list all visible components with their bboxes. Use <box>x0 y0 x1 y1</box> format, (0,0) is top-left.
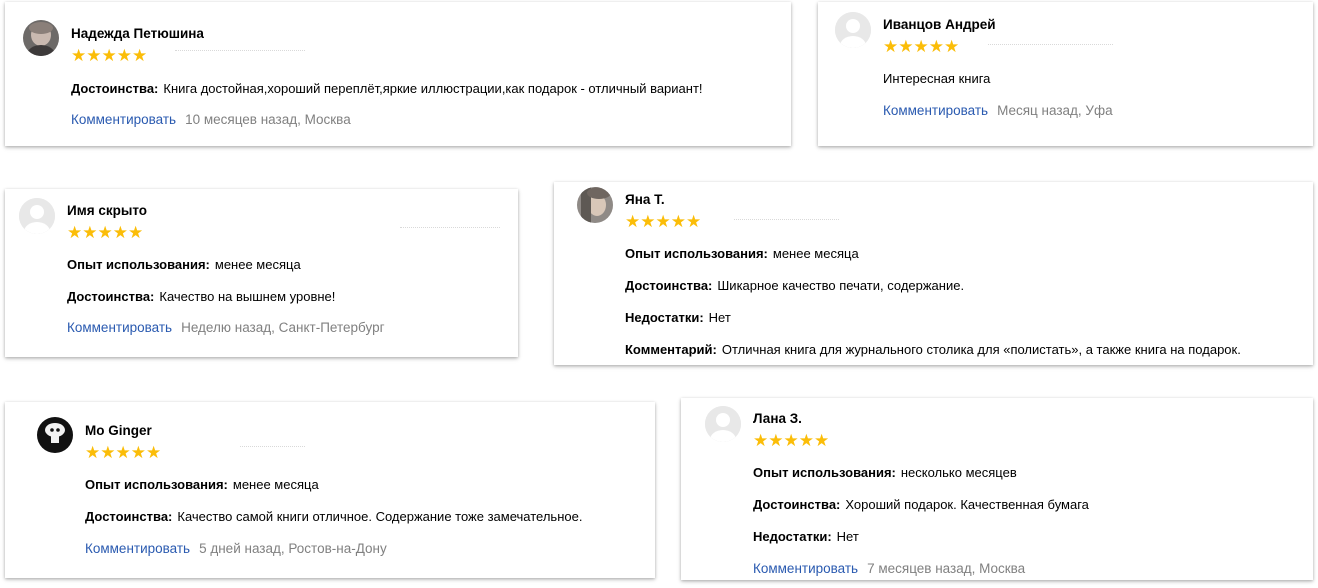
field-label: Опыт использования: <box>85 477 228 492</box>
field-label: Опыт использования: <box>625 246 768 261</box>
review-field: Опыт использования: менее месяца <box>67 257 301 273</box>
field-label: Опыт использования: <box>67 257 210 272</box>
review-field: Достоинства: Качество самой книги отлично… <box>85 509 582 525</box>
review-meta: 7 месяцев назад, Москва <box>867 561 1026 576</box>
field-label: Достоинства: <box>71 81 159 96</box>
divider <box>988 44 1113 46</box>
rating-stars: ★★★★★ <box>71 46 148 65</box>
field-value: Хороший подарок. Качественная бумага <box>845 497 1089 512</box>
review-meta: Неделю назад, Санкт-Петербург <box>181 320 385 335</box>
comment-link[interactable]: Комментировать <box>71 112 176 127</box>
reviewer-name: Иванцов Андрей <box>883 17 996 32</box>
review-card: Яна Т. ★★★★★ Опыт использования: менее ме… <box>554 182 1313 365</box>
rating-stars: ★★★★★ <box>85 443 162 462</box>
field-label: Достоинства: <box>67 289 155 304</box>
reviewer-name: Mo Ginger <box>85 423 152 438</box>
field-value: несколько месяцев <box>900 465 1017 480</box>
divider <box>175 50 305 52</box>
review-field: Недостатки: Нет <box>753 529 859 545</box>
user-photo-icon <box>577 187 613 223</box>
review-card: Лана З. ★★★★★ Опыт использования: несколь… <box>681 398 1313 580</box>
default-user-icon <box>835 12 871 48</box>
comment-link[interactable]: Комментировать <box>67 320 172 335</box>
user-photo-icon <box>23 20 59 56</box>
field-label: Достоинства: <box>753 497 841 512</box>
comment-link[interactable]: Комментировать <box>85 541 190 556</box>
review-field: Достоинства: Хороший подарок. Качественна… <box>753 497 1089 513</box>
field-label: Недостатки: <box>625 310 704 325</box>
user-photo-icon <box>37 417 73 453</box>
review-field: Опыт использования: менее месяца <box>85 477 319 493</box>
review-field: Недостатки: Нет <box>625 310 731 326</box>
review-field: Достоинства: Книга достойная,хороший пере… <box>71 81 703 97</box>
avatar <box>23 20 59 56</box>
review-field: Достоинства: Шикарное качество печати, со… <box>625 278 964 294</box>
field-value: Шикарное качество печати, содержание. <box>717 278 965 293</box>
divider <box>734 219 839 221</box>
field-value: Нет <box>836 529 859 544</box>
rating-stars: ★★★★★ <box>625 212 702 231</box>
reviewer-name: Надежда Петюшина <box>71 26 204 41</box>
review-field: Опыт использования: несколько месяцев <box>753 465 1017 481</box>
reviewer-name: Имя скрыто <box>67 203 148 218</box>
review-footer: Комментировать 10 месяцев назад, Москва <box>71 112 351 128</box>
field-label: Недостатки: <box>753 529 832 544</box>
review-footer: Комментировать Месяц назад, Уфа <box>883 103 1113 119</box>
field-label: Достоинства: <box>85 509 173 524</box>
field-label: Достоинства: <box>625 278 713 293</box>
field-value: Качество на вышнем уровне! <box>159 289 336 304</box>
field-value: менее месяца <box>772 246 859 261</box>
review-footer: Комментировать 7 месяцев назад, Москва <box>753 561 1025 577</box>
rating-stars: ★★★★★ <box>883 37 960 56</box>
rating-stars: ★★★★★ <box>67 223 144 242</box>
comment-link[interactable]: Комментировать <box>753 561 858 576</box>
avatar <box>835 12 871 48</box>
review-card: Надежда Петюшина ★★★★★ Достоинства: Книга… <box>5 2 791 146</box>
default-user-icon <box>19 198 55 234</box>
field-value: Отличная книга для журнального столика д… <box>721 342 1241 357</box>
review-field: Комментарий: Отличная книга для журнально… <box>625 342 1241 358</box>
reviewer-name: Лана З. <box>753 411 802 426</box>
review-meta: 5 дней назад, Ростов-на-Дону <box>199 541 387 556</box>
default-user-icon <box>705 406 741 442</box>
review-card: Mo Ginger ★★★★★ Опыт использования: менее… <box>5 402 655 578</box>
field-value: менее месяца <box>232 477 319 492</box>
field-label: Комментарий: <box>625 342 717 357</box>
field-label: Опыт использования: <box>753 465 896 480</box>
comment-link[interactable]: Комментировать <box>883 103 988 118</box>
field-value: Качество самой книги отличное. Содержани… <box>177 509 583 524</box>
avatar <box>19 198 55 234</box>
review-meta: 10 месяцев назад, Москва <box>185 112 351 127</box>
review-text: Интересная книга <box>883 71 991 86</box>
field-value: Нет <box>708 310 731 325</box>
review-meta: Месяц назад, Уфа <box>997 103 1113 118</box>
avatar <box>37 417 73 453</box>
review-footer: Комментировать Неделю назад, Санкт-Петерб… <box>67 320 385 336</box>
field-value: менее месяца <box>214 257 301 272</box>
review-field: Достоинства: Качество на вышнем уровне! <box>67 289 335 305</box>
avatar <box>705 406 741 442</box>
review-field: Опыт использования: менее месяца <box>625 246 859 262</box>
divider <box>400 227 500 229</box>
review-card: Иванцов Андрей ★★★★★ Интересная книга Ко… <box>818 2 1313 146</box>
reviewer-name: Яна Т. <box>625 192 665 207</box>
review-card: Имя скрыто ★★★★★ Опыт использования: мене… <box>5 189 518 357</box>
rating-stars: ★★★★★ <box>753 431 830 450</box>
avatar <box>577 187 613 223</box>
divider <box>240 446 305 448</box>
field-value: Книга достойная,хороший переплёт,яркие и… <box>163 81 703 96</box>
review-footer: Комментировать 5 дней назад, Ростов-на-До… <box>85 541 387 557</box>
